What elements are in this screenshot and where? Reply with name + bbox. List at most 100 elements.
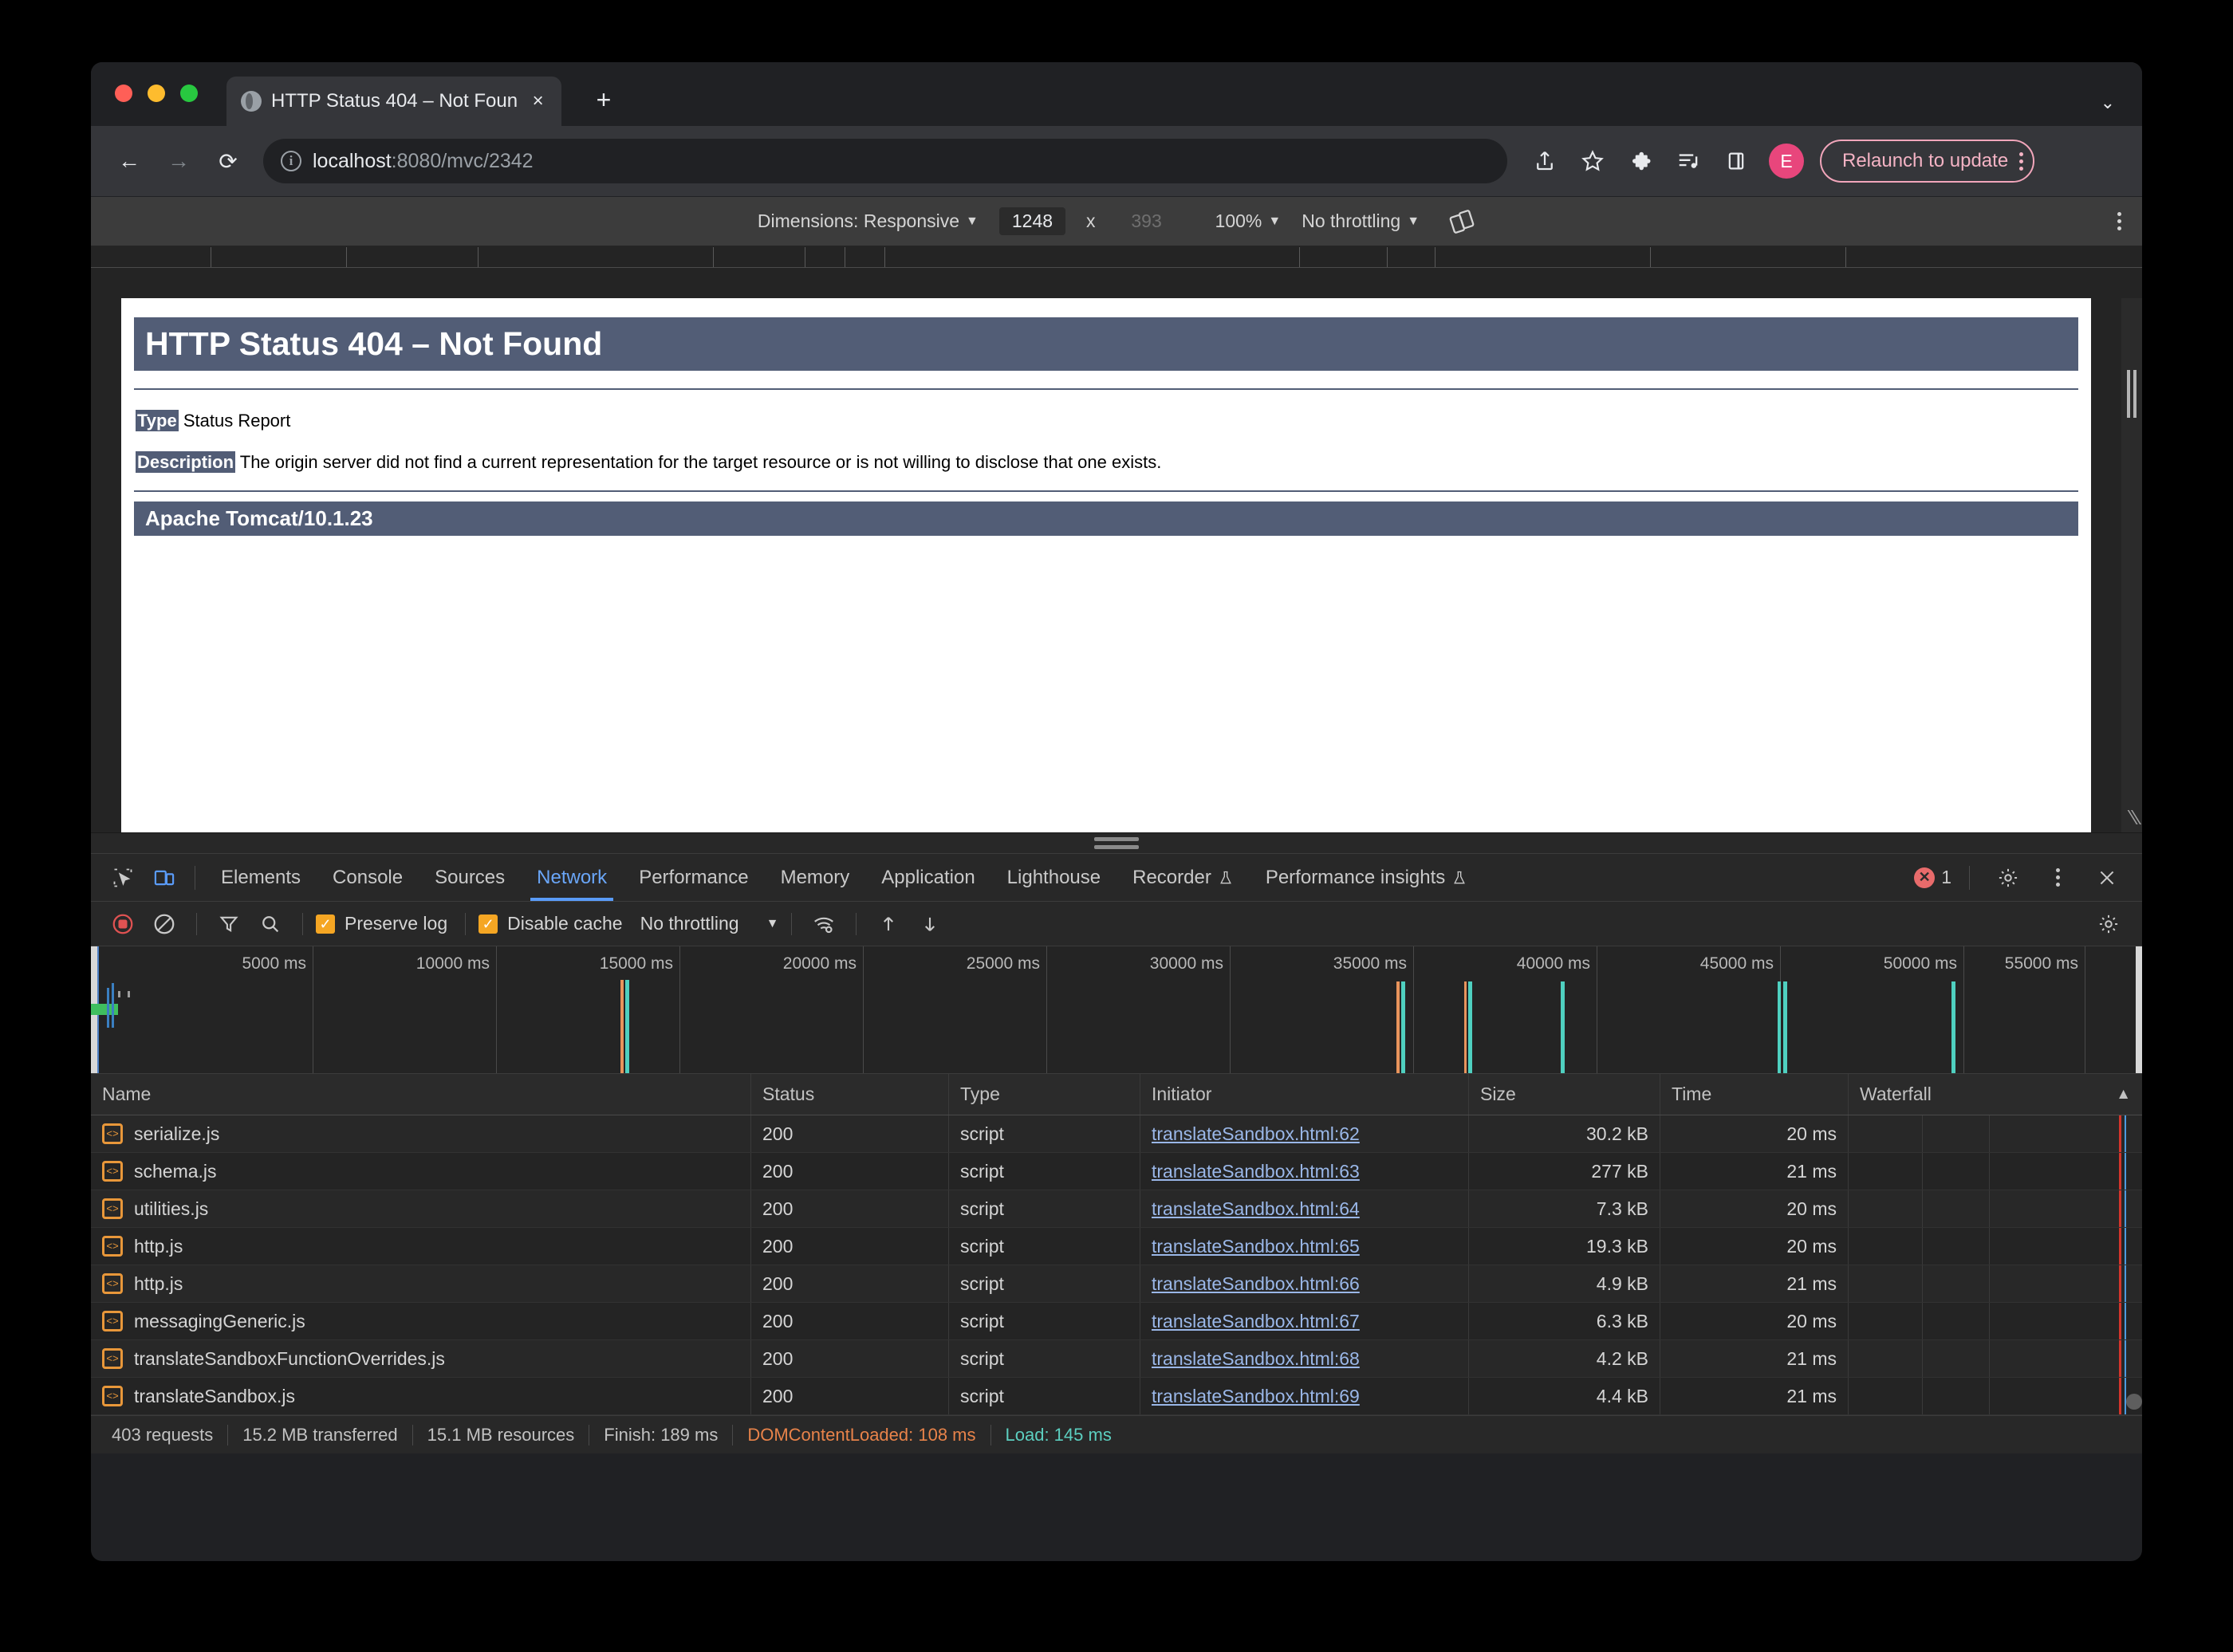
column-header-name[interactable]: Name [91, 1074, 751, 1115]
close-window-button[interactable] [115, 85, 132, 102]
tab-console[interactable]: Console [317, 855, 419, 901]
devtools-more-icon[interactable] [2037, 857, 2078, 899]
viewport-scrollbar[interactable]: ⁄⁄ [2121, 298, 2142, 832]
cell-size: 4.9 kB [1469, 1265, 1660, 1302]
chevron-down-icon[interactable]: ⌄ [2101, 92, 2115, 113]
overview-bar [1401, 981, 1405, 1074]
disable-cache-checkbox[interactable]: ✓ Disable cache [478, 913, 627, 934]
cell-type: script [949, 1265, 1140, 1302]
tab-memory[interactable]: Memory [765, 855, 866, 901]
avatar[interactable]: E [1769, 144, 1804, 179]
network-overview-timeline[interactable]: 5000 ms 10000 ms 15000 ms 20000 ms 25000… [91, 946, 2142, 1074]
tab-lighthouse[interactable]: Lighthouse [991, 855, 1116, 901]
initiator-link[interactable]: translateSandbox.html:64 [1152, 1198, 1360, 1220]
overview-bar [128, 991, 130, 997]
close-icon[interactable]: × [527, 92, 549, 111]
reading-list-icon[interactable] [1667, 140, 1710, 183]
browser-tab[interactable]: HTTP Status 404 – Not Found × [226, 77, 561, 126]
initiator-link[interactable]: translateSandbox.html:62 [1152, 1123, 1360, 1145]
relaunch-to-update-button[interactable]: Relaunch to update [1820, 140, 2034, 183]
search-icon[interactable] [251, 905, 289, 943]
record-stop-icon[interactable] [104, 905, 142, 943]
network-conditions-icon[interactable] [805, 905, 843, 943]
height-input[interactable]: 393 [1116, 207, 1177, 235]
overview-right-handle[interactable] [2136, 946, 2142, 1073]
new-tab-button[interactable]: + [585, 83, 622, 116]
waterfall-label: Waterfall [1860, 1084, 1932, 1105]
dimensions-dropdown[interactable]: Dimensions: Responsive ▼ [758, 210, 979, 232]
tab-performance-insights[interactable]: Performance insights [1250, 855, 1483, 901]
cell-time: 20 ms [1660, 1303, 1849, 1339]
column-header-status[interactable]: Status [751, 1074, 949, 1115]
back-button[interactable]: ← [107, 139, 152, 183]
tab-elements[interactable]: Elements [205, 855, 317, 901]
reload-button[interactable]: ⟳ [206, 139, 250, 183]
forward-button[interactable]: → [156, 139, 201, 183]
import-har-icon[interactable] [869, 905, 908, 943]
device-toolbar-more-icon[interactable] [2117, 212, 2121, 230]
width-input[interactable]: 1248 [999, 207, 1065, 235]
network-throttling-dropdown[interactable]: No throttling ▼ [640, 913, 779, 934]
viewport-corner-resize-handle[interactable]: ⁄⁄ [2130, 807, 2137, 828]
tab-performance[interactable]: Performance [623, 855, 764, 901]
column-header-time[interactable]: Time [1660, 1074, 1849, 1115]
tab-application[interactable]: Application [865, 855, 990, 901]
device-toolbar-icon[interactable] [144, 857, 185, 899]
inspect-icon[interactable] [102, 857, 144, 899]
puzzle-icon[interactable] [1619, 140, 1662, 183]
tab-recorder[interactable]: Recorder [1116, 855, 1250, 901]
devtools-drag-handle[interactable] [91, 832, 2142, 853]
tab-network[interactable]: Network [521, 855, 623, 901]
request-count: 403 requests [105, 1425, 228, 1446]
table-row[interactable]: <>http.js200scripttranslateSandbox.html:… [91, 1265, 2142, 1303]
network-toolbar: ✓ Preserve log ✓ Disable cache No thrott… [91, 902, 2142, 946]
zoom-dropdown[interactable]: 100% ▼ [1215, 210, 1282, 232]
table-row[interactable]: <>schema.js200scripttranslateSandbox.htm… [91, 1153, 2142, 1190]
filter-icon[interactable] [210, 905, 248, 943]
viewport-resize-handle[interactable] [2127, 370, 2137, 418]
overview-bar [118, 991, 120, 997]
tab-sources[interactable]: Sources [419, 855, 521, 901]
column-header-type[interactable]: Type [949, 1074, 1140, 1115]
cell-waterfall [1849, 1115, 2142, 1152]
share-icon[interactable] [1523, 140, 1566, 183]
clear-icon[interactable] [145, 905, 183, 943]
column-header-initiator[interactable]: Initiator [1140, 1074, 1469, 1115]
table-row[interactable]: <>utilities.js200scripttranslateSandbox.… [91, 1190, 2142, 1228]
gear-icon[interactable] [1987, 857, 2029, 899]
initiator-link[interactable]: translateSandbox.html:65 [1152, 1236, 1360, 1257]
network-settings-button[interactable] [2089, 905, 2128, 943]
site-info-icon[interactable]: i [281, 151, 301, 171]
device-throttling-dropdown[interactable]: No throttling ▼ [1302, 210, 1420, 232]
error-count-badge[interactable]: ✕ 1 [1914, 867, 1951, 888]
cell-status: 200 [751, 1115, 949, 1152]
initiator-link[interactable]: translateSandbox.html:66 [1152, 1273, 1360, 1295]
rotate-icon[interactable] [1448, 208, 1475, 235]
gear-icon[interactable] [2089, 905, 2128, 943]
table-row[interactable]: <>translateSandboxFunctionOverrides.js20… [91, 1340, 2142, 1378]
tab-title: HTTP Status 404 – Not Found [271, 90, 518, 112]
initiator-link[interactable]: translateSandbox.html:67 [1152, 1311, 1360, 1332]
star-icon[interactable] [1571, 140, 1614, 183]
initiator-link[interactable]: translateSandbox.html:69 [1152, 1386, 1360, 1407]
export-har-icon[interactable] [911, 905, 949, 943]
kebab-icon[interactable] [2019, 152, 2023, 171]
divider [134, 388, 2078, 390]
address-bar[interactable]: i localhost:8080/mvc/2342 [263, 139, 1507, 183]
column-header-size[interactable]: Size [1469, 1074, 1660, 1115]
preserve-log-checkbox[interactable]: ✓ Preserve log [316, 913, 452, 934]
table-row[interactable]: <>translateSandbox.js200scripttranslateS… [91, 1378, 2142, 1415]
side-panel-icon[interactable] [1715, 140, 1758, 183]
table-row[interactable]: <>http.js200scripttranslateSandbox.html:… [91, 1228, 2142, 1265]
initiator-link[interactable]: translateSandbox.html:63 [1152, 1161, 1360, 1182]
table-row[interactable]: <>serialize.js200scripttranslateSandbox.… [91, 1115, 2142, 1153]
initiator-link[interactable]: translateSandbox.html:68 [1152, 1348, 1360, 1370]
maximize-window-button[interactable] [180, 85, 198, 102]
cell-time: 20 ms [1660, 1115, 1849, 1152]
overview-tick: 45000 ms [1700, 954, 1780, 974]
table-row[interactable]: <>messagingGeneric.js200scripttranslateS… [91, 1303, 2142, 1340]
minimize-window-button[interactable] [148, 85, 165, 102]
column-header-waterfall[interactable]: Waterfall ▲ [1849, 1074, 2142, 1115]
waterfall-scroll-dot[interactable] [2126, 1394, 2142, 1410]
close-icon[interactable] [2086, 857, 2128, 899]
